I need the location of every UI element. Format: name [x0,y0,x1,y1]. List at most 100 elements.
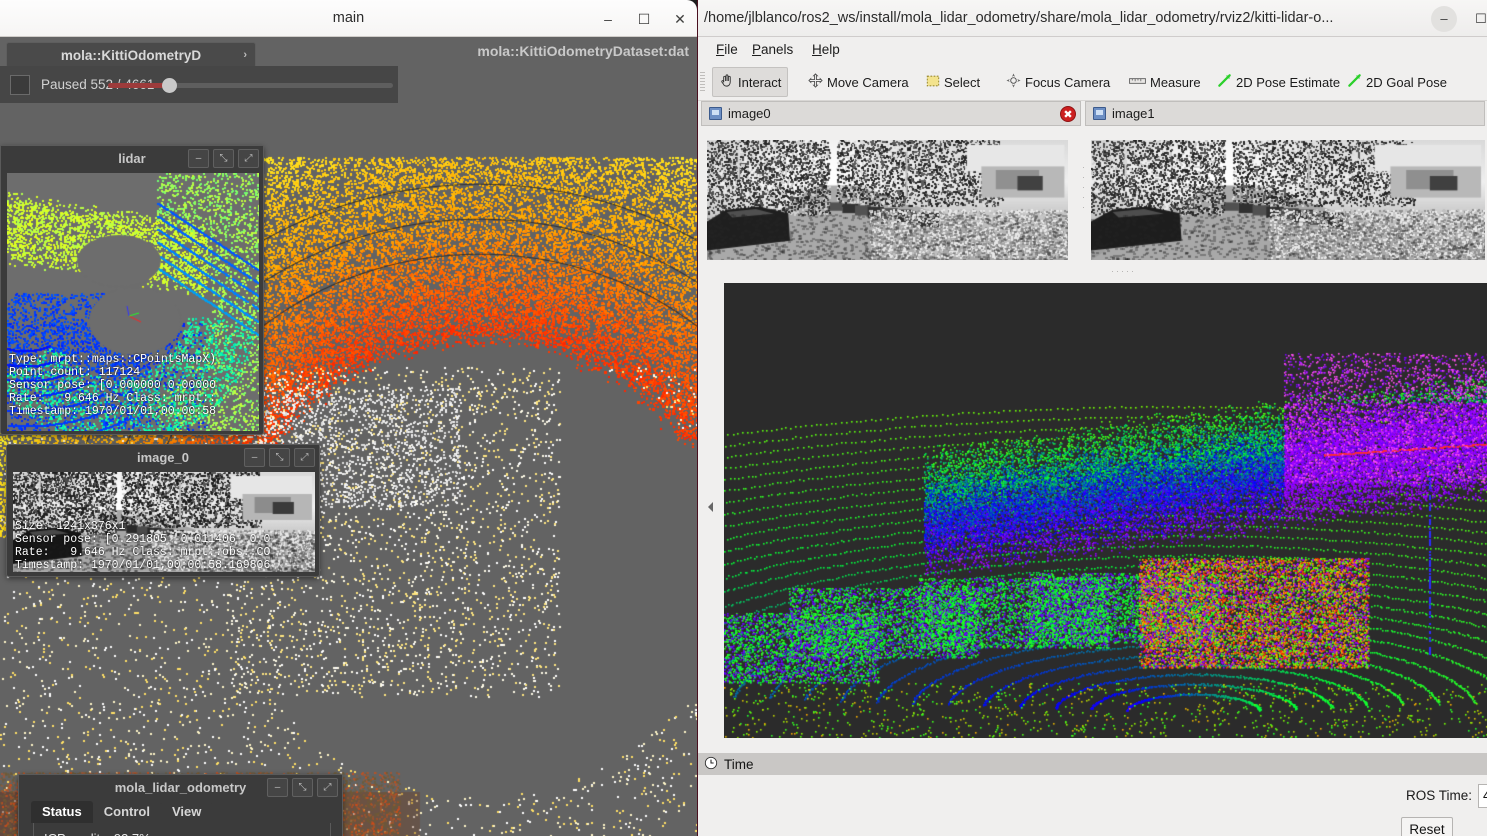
arrow-green-icon [1217,73,1232,91]
module-selector-combobox[interactable]: mola::KittiOdometryD › [6,42,256,68]
minimize-icon[interactable]: – [597,8,619,30]
camera-image-0[interactable] [707,140,1068,260]
reset-button[interactable]: Reset [1401,817,1453,836]
tab-control[interactable]: Control [92,801,161,823]
dock-tab-image0[interactable]: image0 ✖ [701,101,1081,126]
image0-overlay-line-4: Timestamp: 1970/01/01,00:00:58.169806 [15,559,271,572]
tool-focus-camera-label: Focus Camera [1025,74,1111,90]
close-icon[interactable]: ✖ [1060,106,1076,122]
ros-time-label: ROS Time: [1406,788,1473,803]
rviz-titlebar: /home/jlblanco/ros2_ws/install/mola_lida… [698,0,1487,37]
screen: main – ☐ ✕ mola::KittiOdometryD › ⊥ ▭ ⊥ … [0,0,1487,836]
lidar-overlay-line-1: Type: mrpt::maps::CPointsMapX) [9,353,217,366]
tool-move-camera[interactable]: Move Camera [802,67,915,97]
tab-status[interactable]: Status [31,801,93,823]
select-icon [926,74,940,91]
image0-subwindow: image_0 – ⤡ ⤢ Size: 1241x376x1 Sensor po… [6,444,320,577]
lidar-minimize-icon[interactable]: – [188,149,209,168]
mola-window-title: main [332,10,365,26]
icp-quality-label: ICP quality: 93.7% [44,831,151,836]
image0-overlay-line-2: Sensor pose: [0.291805 -0.011406 -0.0 [15,533,271,546]
ros-time-input[interactable]: 4490.93 [1478,784,1487,808]
lidar-preview-view[interactable]: Type: mrpt::maps::CPointsMapX) Point cou… [7,173,259,431]
menu-file[interactable]: File [710,37,744,63]
image0-expand-icon[interactable]: ⤢ [294,448,315,467]
rviz-window: /home/jlblanco/ros2_ws/install/mola_lida… [697,0,1487,836]
lidar-expand-icon[interactable]: ⤢ [238,149,259,168]
image0-minimize-icon[interactable]: – [244,448,265,467]
rviz-menubar: File Panels Help [698,37,1487,63]
time-panel-title: Time [724,756,754,772]
tool-2d-pose-estimate-label: 2D Pose Estimate [1236,74,1341,90]
odometry-status-content: ICP quality: 93.7% [33,823,331,836]
camera-image-1[interactable] [1091,140,1485,260]
dock-vertical-dots[interactable]: · · · · · [1082,162,1087,212]
odometry-expand-icon[interactable]: ⤢ [317,778,338,797]
module-selector-value: mola::KittiOdometryD [60,48,202,63]
tool-measure-label: Measure [1150,74,1201,90]
menu-panels[interactable]: Panels [746,37,799,63]
odometry-shrink-icon[interactable]: ⤡ [292,778,313,797]
image0-shrink-icon[interactable]: ⤡ [269,448,290,467]
image-dock-tabbar: image0 ✖ image1 [698,101,1487,126]
chevron-right-icon: › [243,49,247,61]
tool-select-label: Select [944,74,981,90]
mola-3d-viewport[interactable]: mola::KittiOdometryD › ⊥ ▭ ⊥ All ▭ All ◔… [0,37,697,836]
rviz-maximize-icon[interactable]: ☐ [1468,6,1487,32]
image0-preview-view[interactable]: Size: 1241x376x1 Sensor pose: [0.291805 … [13,472,315,572]
dock-splitter-dots[interactable]: ····· [1111,266,1136,276]
tool-interact-label: Interact [738,74,782,90]
focus-camera-icon [1006,73,1021,91]
mola-titlebar: main – ☐ ✕ [0,0,697,37]
dock-tab-image1[interactable]: image1 [1085,101,1485,126]
odometry-subwindow-buttons: – ⤡ ⤢ [267,778,338,797]
tool-move-camera-label: Move Camera [827,74,909,90]
lidar-overlay-line-4: Rate: 9.646 Hz Class: mrpt:: [9,392,217,405]
camera-image-row: ····· · · · · · [698,126,1487,281]
panel-collapse-arrow-icon[interactable] [705,500,717,514]
rviz-3d-viewport[interactable] [724,283,1487,738]
lidar-overlay-line-5: Timestamp: 1970/01/01,00:00:58 [9,405,217,418]
time-panel-header: Time [698,753,1487,775]
time-panel: Time [698,750,1487,836]
kitti-pause-checkbox[interactable] [10,74,30,95]
toolbar-grip[interactable] [700,72,705,92]
tab-view[interactable]: View [160,801,213,823]
lidar-subwindow: lidar – ⤡ ⤢ Type: mrpt::maps::CPointsMap… [0,145,264,435]
rviz-window-title: /home/jlblanco/ros2_ws/install/mola_lida… [704,10,1334,26]
mola-main-window: main – ☐ ✕ mola::KittiOdometryD › ⊥ ▭ ⊥ … [0,0,697,836]
rviz-minimize-icon[interactable]: – [1431,6,1457,32]
lidar-shrink-icon[interactable]: ⤡ [213,149,234,168]
menu-help[interactable]: Help [806,37,846,63]
odometry-minimize-icon[interactable]: – [267,778,288,797]
hand-icon [719,73,734,91]
maximize-icon[interactable]: ☐ [633,8,655,30]
image0-subwindow-buttons: – ⤡ ⤢ [244,448,315,467]
kitti-dataset-title: mola::KittiOdometryDataset:dat [477,43,689,59]
image0-overlay-line-1: Size: 1241x376x1 [15,520,126,533]
kitti-progress-slider[interactable] [108,78,393,93]
tool-2d-pose-estimate[interactable]: 2D Pose Estimate [1211,67,1346,97]
dock-tab-image1-label: image1 [1112,106,1155,121]
kitti-slider-knob[interactable] [162,78,178,93]
tool-focus-camera[interactable]: Focus Camera [1000,67,1116,97]
image0-overlay-line-3: Rate: 9.646 Hz Class: mrpt::obs::CO [15,546,271,559]
clock-icon [704,756,718,773]
tool-interact[interactable]: Interact [712,67,789,97]
tool-measure[interactable]: Measure [1123,67,1207,97]
lidar-subwindow-buttons: – ⤡ ⤢ [188,149,259,168]
ruler-icon [1129,75,1146,90]
tool-2d-goal-pose[interactable]: 2D Goal Pose [1341,67,1453,97]
arrow-green-icon [1347,73,1362,91]
odometry-subwindow: mola_lidar_odometry – ⤡ ⤢ Status Control… [18,774,343,836]
tool-select[interactable]: Select [920,67,986,97]
tool-2d-goal-pose-label: 2D Goal Pose [1366,74,1447,90]
dock-tab-image0-label: image0 [728,106,771,121]
kitti-dataset-controls: Paused 552 / 4661 [0,66,398,103]
lidar-overlay-line-3: Sensor pose: [0.000000 0.00000 [9,379,217,392]
close-icon[interactable]: ✕ [669,8,691,30]
image-panel-icon [709,107,722,120]
rviz-toolbar: Interact Move Camera Select Focus Camera [698,63,1487,101]
lidar-overlay-line-2: Point count: 117124 [9,366,141,379]
odometry-tabs: Status Control View [31,801,213,823]
